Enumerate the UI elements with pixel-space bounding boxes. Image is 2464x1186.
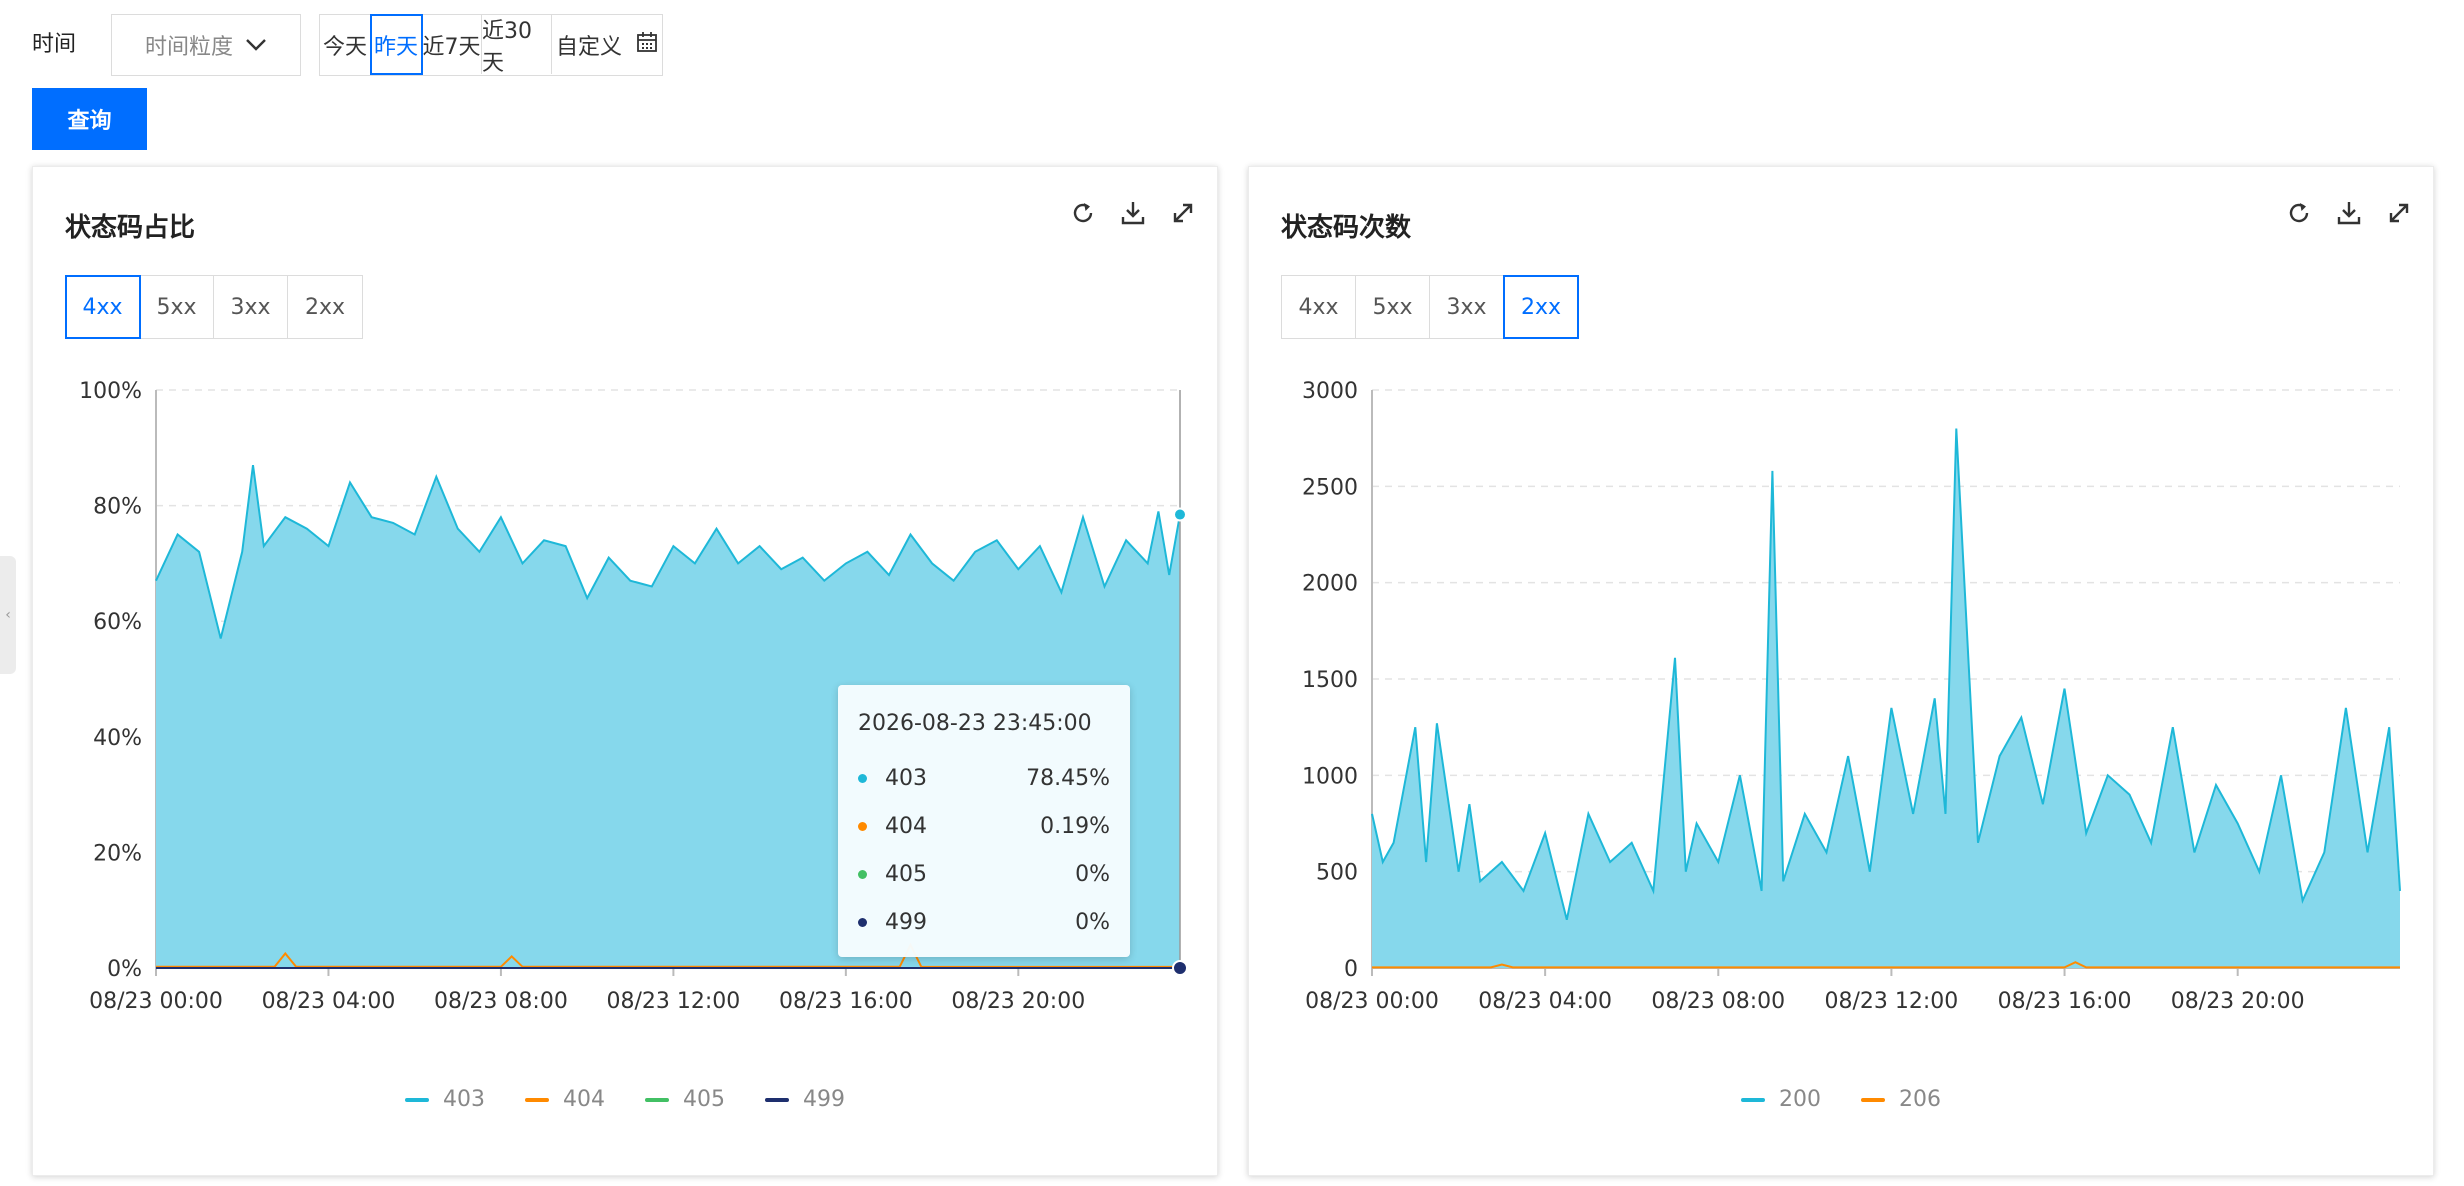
y-tick-label: 3000 — [1302, 379, 1358, 404]
x-tick-label: 08/23 08:00 — [434, 989, 568, 1014]
tooltip-series: 499 — [885, 909, 927, 935]
hover-point-499 — [1172, 960, 1188, 976]
granularity-select[interactable]: 时间粒度 — [111, 14, 301, 76]
x-tick-label: 08/23 04:00 — [262, 989, 396, 1014]
granularity-placeholder: 时间粒度 — [144, 35, 233, 60]
x-tick-label: 08/23 16:00 — [779, 989, 913, 1014]
series-area-200 — [1372, 428, 2400, 968]
range-custom[interactable]: 自定义 — [552, 15, 662, 74]
time-label: 时间 — [32, 32, 77, 57]
range-30-days[interactable]: 近30天 — [482, 15, 552, 76]
chevron-left-icon: ‹ — [5, 607, 11, 623]
range-yesterday[interactable]: 昨天 — [370, 14, 423, 75]
y-tick-label: 1500 — [1302, 668, 1358, 693]
chart-legend: 403 404 405 499 — [33, 1087, 1217, 1112]
status-code-count-panel: 状态码次数 4xx 5xx 3xx 2xx 0 500 1000 1500 2000 25… — [1248, 166, 2434, 1176]
tab-4xx[interactable]: 4xx — [65, 275, 141, 339]
x-tick-label: 08/23 00:00 — [89, 989, 223, 1014]
status-code-count-chart[interactable]: 0 500 1000 1500 2000 2500 3000 08/23 00:00 08/23… — [1249, 167, 2435, 1177]
tooltip-row: 403 78.45% — [858, 754, 1110, 802]
y-tick-label: 0 — [1344, 957, 1358, 982]
tooltip-title: 2026-08-23 23:45:00 — [858, 711, 1092, 736]
y-tick-label: 0% — [107, 957, 142, 982]
y-tick-label: 40% — [93, 726, 142, 751]
legend-item-200[interactable]: 200 — [1741, 1087, 1821, 1112]
legend-item-403[interactable]: 403 — [405, 1087, 485, 1112]
tooltip-row: 499 0% — [858, 898, 1110, 946]
status-code-ratio-chart[interactable]: 0% 20% 40% 60% 80% 100% 08/23 00:00 08/23 04:00… — [33, 167, 1219, 1177]
hover-point-403 — [1173, 507, 1187, 522]
chevron-down-icon — [245, 38, 267, 52]
legend-label: 403 — [443, 1087, 485, 1112]
tooltip-series: 404 — [885, 813, 927, 839]
collapse-handle[interactable]: ‹ — [0, 556, 16, 674]
tooltip-value: 78.45% — [1026, 765, 1110, 791]
tooltip-row: 404 0.19% — [858, 802, 1110, 850]
x-tick-label: 08/23 12:00 — [606, 989, 740, 1014]
x-tick-label: 08/23 04:00 — [1478, 989, 1612, 1014]
y-tick-label: 20% — [93, 841, 142, 866]
range-today[interactable]: 今天 — [320, 15, 371, 74]
range-7-days[interactable]: 近7天 — [422, 15, 482, 74]
legend-label: 404 — [563, 1087, 605, 1112]
legend-label: 405 — [683, 1087, 725, 1112]
y-tick-label: 2500 — [1302, 475, 1358, 500]
tooltip-value: 0.19% — [1040, 813, 1110, 839]
y-tick-label: 1000 — [1302, 764, 1358, 789]
series-dot — [858, 773, 867, 783]
y-tick-label: 2000 — [1302, 572, 1358, 597]
query-button[interactable]: 查询 — [32, 88, 147, 150]
calendar-icon — [636, 31, 658, 59]
x-tick-label: 08/23 08:00 — [1651, 989, 1785, 1014]
time-range-group: 今天 昨天 近7天 近30天 自定义 — [319, 14, 663, 76]
status-code-ratio-panel: 状态码占比 4xx 5xx 3xx 2xx 0% 20% 40% 60% 80% 100%… — [32, 166, 1218, 1176]
tooltip-series: 403 — [885, 765, 927, 791]
chart-legend: 200 206 — [1249, 1087, 2433, 1112]
series-dot — [858, 869, 867, 879]
y-tick-label: 60% — [93, 610, 142, 635]
legend-item-404[interactable]: 404 — [525, 1087, 605, 1112]
x-tick-label: 08/23 16:00 — [1998, 989, 2132, 1014]
y-tick-label: 80% — [93, 495, 142, 520]
chart-tooltip: 2026-08-23 23:45:00 403 78.45% 404 0.19% 4… — [838, 685, 1130, 957]
legend-item-499[interactable]: 499 — [765, 1087, 845, 1112]
legend-label: 499 — [803, 1087, 845, 1112]
tab-2xx[interactable]: 2xx — [1503, 275, 1579, 339]
legend-label: 200 — [1779, 1087, 1821, 1112]
x-tick-label: 08/23 20:00 — [951, 989, 1085, 1014]
series-dot — [858, 821, 867, 831]
range-custom-label: 自定义 — [555, 34, 622, 60]
y-tick-label: 100% — [79, 379, 142, 404]
tooltip-row: 405 0% — [858, 850, 1110, 898]
legend-item-405[interactable]: 405 — [645, 1087, 725, 1112]
legend-label: 206 — [1899, 1087, 1941, 1112]
tooltip-value: 0% — [1075, 861, 1110, 887]
legend-item-206[interactable]: 206 — [1861, 1087, 1941, 1112]
x-tick-label: 08/23 20:00 — [2171, 989, 2305, 1014]
tooltip-series: 405 — [885, 861, 927, 887]
x-tick-label: 08/23 00:00 — [1305, 989, 1439, 1014]
y-tick-label: 500 — [1316, 861, 1358, 886]
x-tick-label: 08/23 12:00 — [1825, 989, 1959, 1014]
series-dot — [858, 917, 867, 927]
tooltip-value: 0% — [1075, 909, 1110, 935]
